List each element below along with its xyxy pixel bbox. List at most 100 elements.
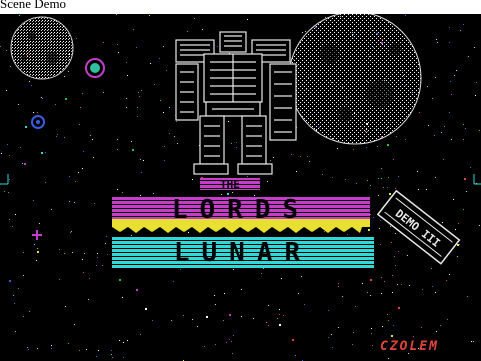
star: [401, 284, 402, 285]
star: [4, 191, 5, 192]
star: [378, 178, 379, 179]
star: [463, 209, 464, 210]
demo-screen[interactable]: THE LORDS LUNAR DEMO III CZOLEM: [0, 14, 481, 361]
star: [253, 318, 254, 319]
moon-icon: [288, 14, 422, 145]
star: [69, 176, 70, 177]
star: [141, 172, 142, 173]
star: [463, 124, 464, 125]
star: [395, 233, 396, 234]
star: [37, 348, 38, 349]
star: [204, 346, 205, 347]
star: [70, 232, 71, 233]
star: [12, 226, 13, 227]
star: [163, 112, 164, 113]
star: [233, 269, 234, 270]
star: [7, 144, 8, 145]
star: [111, 354, 112, 355]
star: [332, 347, 333, 348]
star: [131, 235, 132, 236]
star: [229, 339, 230, 340]
star: [232, 192, 233, 193]
star: [476, 82, 477, 83]
star: [345, 179, 346, 180]
star: [388, 358, 389, 359]
star: [457, 244, 459, 246]
star: [371, 328, 372, 329]
star: [450, 81, 451, 82]
star: [188, 232, 189, 233]
star: [6, 90, 7, 91]
star: [23, 316, 24, 317]
star: [464, 178, 466, 180]
star: [27, 347, 28, 348]
star: [457, 256, 458, 257]
star: [94, 203, 95, 204]
star: [206, 316, 208, 318]
star: [455, 229, 456, 230]
star: [383, 187, 384, 188]
star: [247, 176, 248, 177]
star: [111, 350, 112, 351]
star: [143, 160, 144, 161]
star: [453, 199, 454, 200]
star: [389, 193, 391, 195]
star: [459, 244, 460, 245]
star: [324, 231, 325, 232]
star: [370, 295, 371, 296]
star: [23, 252, 24, 253]
window-titlebar: Scene Demo: [0, 0, 481, 14]
star: [370, 185, 371, 186]
star: [82, 93, 83, 94]
star: [153, 193, 154, 194]
star: [171, 320, 172, 321]
star: [9, 179, 10, 180]
star: [82, 168, 83, 169]
star: [283, 315, 284, 316]
star: [428, 125, 429, 126]
star: [139, 96, 140, 97]
star: [352, 344, 353, 345]
star: [118, 52, 119, 53]
star: [160, 100, 161, 101]
star: [451, 94, 452, 95]
star: [292, 339, 294, 341]
star: [279, 314, 280, 315]
star: [86, 349, 87, 350]
star: [119, 340, 120, 341]
star: [381, 277, 382, 278]
star: [6, 50, 7, 51]
star: [353, 149, 354, 150]
star: [302, 32, 303, 33]
star: [117, 149, 118, 150]
logo-sub-word: LUNAR: [174, 238, 312, 268]
star: [233, 335, 234, 336]
star: [150, 63, 151, 64]
star: [93, 157, 94, 158]
star: [435, 77, 436, 78]
star: [68, 343, 69, 344]
star: [126, 62, 127, 63]
star: [18, 288, 19, 289]
star: [328, 310, 329, 311]
star: [387, 144, 389, 146]
star: [431, 268, 432, 269]
star: [372, 345, 373, 346]
star: [126, 98, 127, 99]
star: [463, 24, 464, 25]
star: [68, 71, 69, 72]
star: [413, 336, 414, 337]
star: [298, 293, 299, 294]
star: [88, 299, 89, 300]
star: [441, 132, 442, 133]
star: [368, 229, 370, 231]
star: [96, 265, 97, 266]
star: [263, 268, 264, 269]
star: [304, 304, 305, 305]
star: [475, 95, 476, 96]
star: [34, 244, 35, 245]
star: [45, 182, 46, 183]
star: [59, 279, 60, 280]
star: [89, 278, 90, 279]
star: [65, 98, 67, 100]
